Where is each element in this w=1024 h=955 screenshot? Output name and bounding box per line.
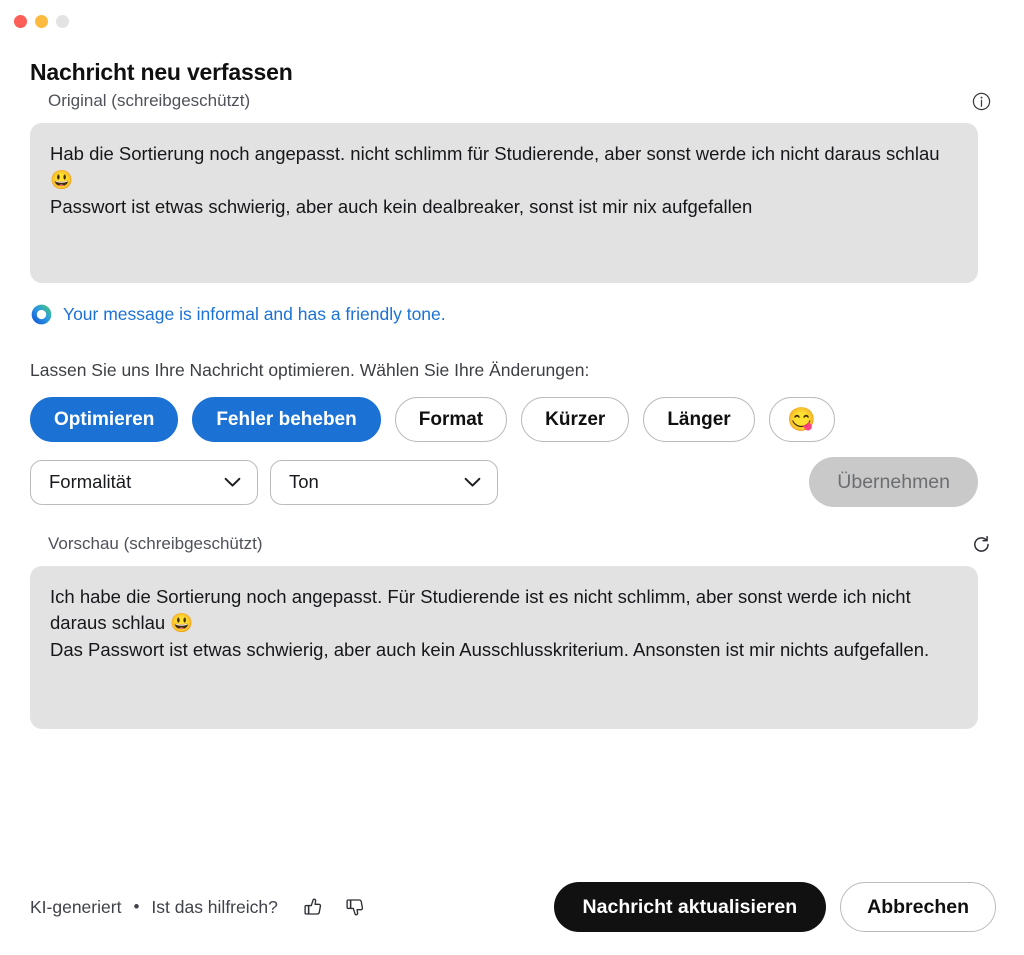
window-minimize-button[interactable]: [35, 14, 48, 28]
footer-actions: Nachricht aktualisieren Abbrechen: [553, 882, 996, 932]
footer-meta: KI-generiert • Ist das hilfreich?: [30, 894, 370, 920]
preview-message-text: Ich habe die Sortierung noch angepasst. …: [30, 566, 978, 729]
chip-laenger[interactable]: Länger: [643, 397, 755, 442]
thumbs-down-icon[interactable]: [340, 894, 370, 920]
thumbs-up-icon[interactable]: [298, 894, 328, 920]
chip-kuerzer[interactable]: Kürzer: [521, 397, 630, 442]
compose-window: Nachricht neu verfassen Original (schrei…: [0, 0, 1024, 955]
chevron-down-icon: [224, 471, 241, 493]
chip-optimieren[interactable]: Optimieren: [30, 397, 179, 442]
ai-generated-label: KI-generiert: [30, 896, 122, 917]
tone-notice: Your message is informal and has a frien…: [31, 304, 1024, 325]
window-maximize-button[interactable]: [56, 14, 69, 28]
optimize-prompt: Lassen Sie uns Ihre Nachricht optimieren…: [30, 360, 590, 380]
preview-label: Vorschau (schreibgeschützt): [48, 534, 263, 553]
select-row: Formalität Ton Übernehmen: [30, 457, 978, 507]
update-message-button[interactable]: Nachricht aktualisieren: [553, 882, 827, 932]
cancel-button[interactable]: Abbrechen: [840, 882, 996, 932]
original-message-text: Hab die Sortierung noch angepasst. nicht…: [30, 123, 978, 283]
apply-button[interactable]: Übernehmen: [809, 457, 978, 507]
chip-fehler-beheben[interactable]: Fehler beheben: [192, 397, 381, 442]
tone-notice-text: Your message is informal and has a frien…: [63, 304, 446, 324]
tone-select-value: Ton: [289, 471, 319, 492]
original-section-header: Original (schreibgeschützt): [48, 86, 996, 116]
footer: KI-generiert • Ist das hilfreich? Nachri…: [30, 882, 996, 932]
option-chips: Optimieren Fehler beheben Format Kürzer …: [30, 397, 1024, 442]
chip-emoji[interactable]: 😋: [768, 397, 835, 442]
tone-select[interactable]: Ton: [270, 459, 498, 505]
formality-select-value: Formalität: [49, 471, 132, 492]
titlebar: [0, 0, 1024, 42]
chip-format[interactable]: Format: [394, 397, 508, 442]
original-label: Original (schreibgeschützt): [48, 91, 251, 110]
ai-ring-icon: [31, 304, 52, 325]
preview-section-header: Vorschau (schreibgeschützt): [48, 529, 996, 559]
chevron-down-icon: [464, 471, 481, 493]
feedback-question: Ist das hilfreich?: [151, 896, 278, 917]
formality-select[interactable]: Formalität: [30, 459, 258, 505]
refresh-icon[interactable]: [966, 529, 996, 559]
page-title: Nachricht neu verfassen: [30, 59, 293, 85]
info-circle-icon[interactable]: [966, 86, 996, 116]
window-close-button[interactable]: [14, 14, 27, 28]
separator-dot: •: [133, 897, 140, 916]
